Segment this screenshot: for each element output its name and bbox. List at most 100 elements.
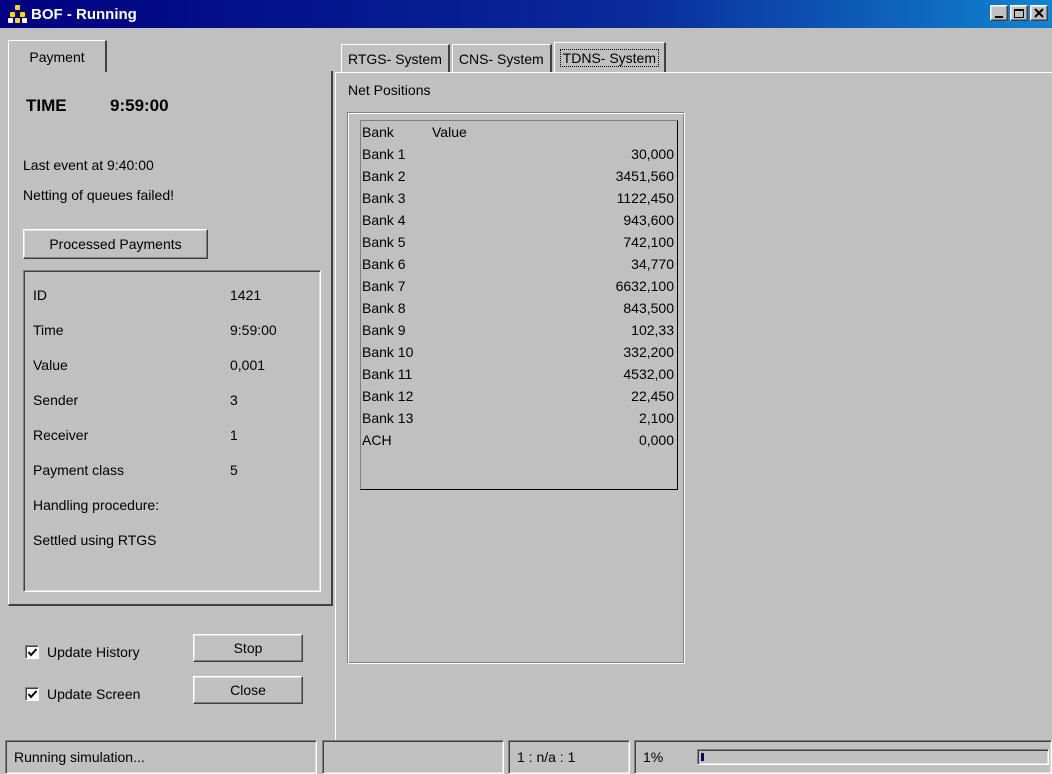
net-position-row: Bank 13 2,100 [362,410,674,430]
net-position-value: 6632,100 [615,278,674,294]
system-tabs: RTGS- System CNS- System TDNS- System [341,42,668,72]
net-position-row: Bank 3 1122,450 [362,190,674,210]
maximize-button[interactable] [1010,5,1028,21]
update-screen-checkbox-row[interactable]: Update Screen [25,686,140,702]
net-position-value: 332,200 [623,344,674,360]
status-empty-cell [322,740,504,774]
net-position-bank: Bank 5 [362,234,406,250]
net-position-value: 0,000 [638,432,674,448]
payment-detail-key: Payment class [33,462,125,478]
net-positions-header: Bank Value [362,124,467,140]
title-bar: BOF - Running [0,0,1052,28]
net-positions-title: Net Positions [348,82,431,98]
tab-rtgs-label: RTGS- System [348,50,442,67]
status-percent: 1% [643,749,664,765]
net-position-row: Bank 4 943,600 [362,212,674,232]
net-position-bank: ACH [362,432,392,448]
payment-detail-value: 3 [230,392,238,408]
window-title: BOF - Running [31,5,137,23]
close-button[interactable]: Close [193,676,303,704]
payment-detail-key: Settled using RTGS [33,532,157,548]
net-position-bank: Bank 10 [362,344,414,360]
update-screen-checkbox[interactable] [25,687,39,701]
net-position-bank: Bank 6 [362,256,406,272]
checkmark-icon [27,690,38,699]
close-icon [1034,8,1044,18]
status-ratio: 1 : n/a : 1 [517,749,576,765]
net-position-row: Bank 6 34,770 [362,256,674,276]
net-position-value: 3451,560 [615,168,674,184]
update-history-checkbox-row[interactable]: Update History [25,644,140,660]
net-position-value: 4532,00 [623,366,674,382]
net-position-bank: Bank 8 [362,300,406,316]
tab-payment-label: Payment [29,48,85,65]
net-position-value: 34,770 [631,256,674,272]
payment-detail-key: Sender [33,392,79,408]
progress-fill [701,753,704,761]
payment-detail-key: ID [33,287,47,303]
payment-detail-key: Time [33,322,64,338]
stop-button[interactable]: Stop [193,634,303,662]
net-position-value: 843,500 [623,300,674,316]
close-window-button[interactable] [1030,5,1048,21]
net-position-row: Bank 5 742,100 [362,234,674,254]
net-position-bank: Bank 1 [362,146,406,162]
time-label: TIME [26,96,67,115]
update-history-checkbox[interactable] [25,645,39,659]
net-position-row: Bank 8 843,500 [362,300,674,320]
net-position-row: Bank 1 30,000 [362,146,674,166]
window-controls [990,5,1048,21]
net-position-value: 30,000 [631,146,674,162]
tab-tdns-system[interactable]: TDNS- System [553,42,667,72]
payment-details-box: ID 1421 Time 9:59:00 Value 0,001 Sender 3 Receiv… [23,270,321,592]
update-history-label: Update History [47,644,140,660]
payment-detail-value: 5 [230,462,238,478]
net-position-value: 102,33 [631,322,674,338]
column-header-value: Value [432,124,467,140]
net-position-value: 22,450 [631,388,674,404]
net-position-value: 742,100 [623,234,674,250]
net-position-value: 2,100 [638,410,674,426]
payment-detail-key: Value [33,357,68,373]
net-position-bank: Bank 9 [362,322,406,338]
netting-status-message: Netting of queues failed! [23,187,174,203]
net-position-bank: Bank 7 [362,278,406,294]
checkmark-icon [27,648,38,657]
payment-detail-value: 0,001 [230,357,266,373]
minimize-icon [995,15,1003,18]
net-position-row: Bank 11 4532,00 [362,366,674,386]
tab-panel-top-edge [335,72,1052,73]
processed-payments-button[interactable]: Processed Payments [23,229,208,259]
net-position-row: Bank 2 3451,560 [362,168,674,188]
app-icon[interactable] [8,4,28,24]
net-position-row: Bank 7 6632,100 [362,278,674,298]
net-position-value: 1122,450 [616,190,674,206]
net-position-bank: Bank 4 [362,212,406,228]
time-value: 9:59:00 [110,96,169,115]
payment-detail-value: 1 [230,427,238,443]
status-message: Running simulation... [14,749,145,765]
status-ratio-cell: 1 : n/a : 1 [508,740,630,774]
tab-cns-system[interactable]: CNS- System [451,44,552,72]
tab-payment[interactable]: Payment [8,40,107,72]
tab-panel-left-edge [335,72,336,740]
tab-cns-label: CNS- System [458,50,544,67]
net-position-bank: Bank 13 [362,410,414,426]
net-position-row: Bank 12 22,450 [362,388,674,408]
payment-detail-key: Handling procedure: [33,497,160,513]
net-position-value: 943,600 [623,212,674,228]
payment-detail-key: Receiver [33,427,89,443]
net-position-bank: Bank 12 [362,388,414,404]
tab-rtgs-system[interactable]: RTGS- System [341,44,450,72]
maximize-icon [1014,8,1024,18]
payment-detail-value: 9:59:00 [230,322,277,338]
net-position-row: Bank 9 102,33 [362,322,674,342]
simulation-progress-bar [697,749,1049,765]
status-message-cell: Running simulation... [5,740,317,774]
minimize-button[interactable] [990,5,1008,21]
update-screen-label: Update Screen [47,686,141,702]
net-position-bank: Bank 3 [362,190,406,206]
column-header-bank: Bank [362,124,394,140]
net-position-bank: Bank 11 [362,366,413,382]
net-position-row: Bank 10 332,200 [362,344,674,364]
